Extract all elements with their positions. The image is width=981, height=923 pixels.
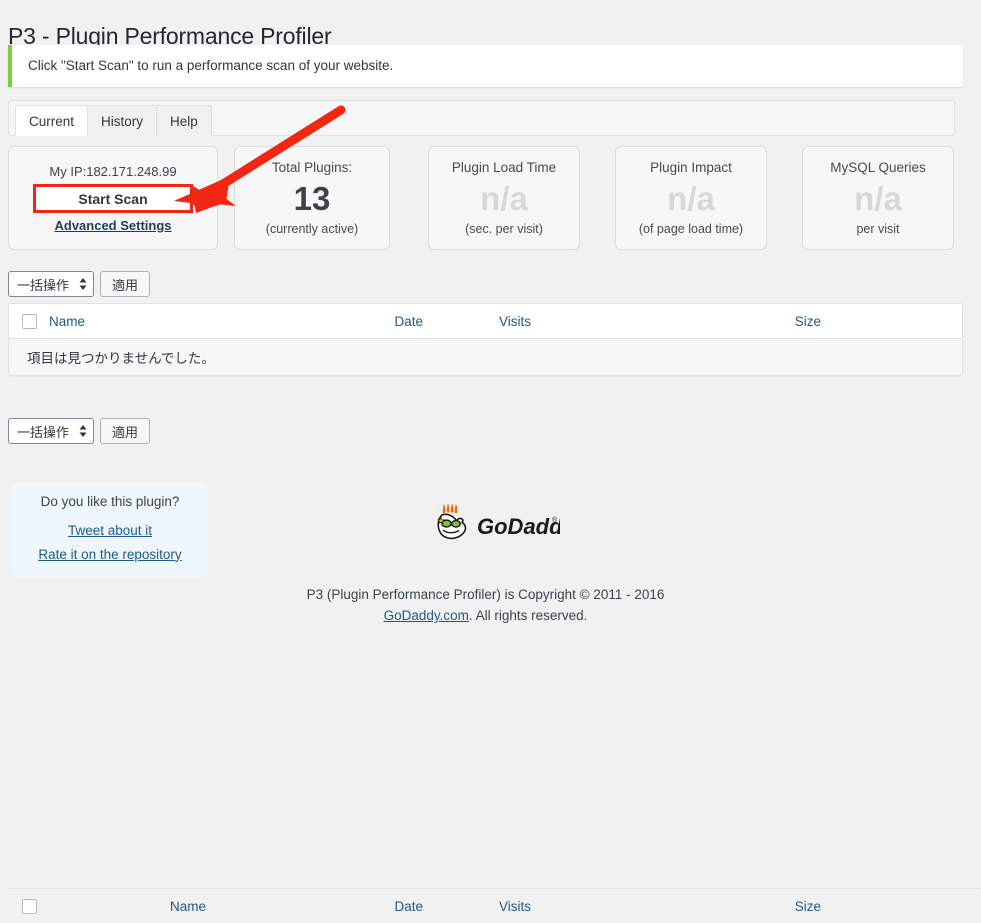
bulk-actions-top: 一括操作 適用	[8, 271, 150, 297]
advanced-settings-link[interactable]: Advanced Settings	[54, 218, 171, 233]
column-header-visits-bottom[interactable]: Visits	[423, 896, 531, 917]
footer: P3 (Plugin Performance Profiler) is Copy…	[0, 584, 971, 626]
godaddy-wordmark: GoDaddy	[477, 514, 560, 539]
updown-arrows-glyph	[79, 424, 87, 438]
bulk-actions-select-bottom[interactable]: 一括操作	[8, 418, 94, 444]
select-all-cell-top	[9, 314, 49, 329]
column-header-visits-top[interactable]: Visits	[423, 314, 531, 329]
notice-text: Click "Start Scan" to run a performance …	[12, 56, 393, 76]
bulk-actions-bottom: 一括操作 適用	[8, 418, 150, 444]
tab-history[interactable]: History	[87, 105, 157, 136]
column-header-name-top[interactable]: Name	[49, 314, 327, 329]
tweet-about-it-link[interactable]: Tweet about it	[68, 519, 152, 543]
mysql-queries-label: MySQL Queries	[830, 159, 926, 177]
column-header-size-top[interactable]: Size	[531, 314, 821, 329]
select-all-cell-bottom	[9, 899, 49, 914]
history-list-table: Name Date Visits Size 項目は見つかりませんでした。 Nam…	[8, 303, 963, 376]
mysql-queries-value: n/a	[854, 178, 902, 220]
plugin-load-time-card: Plugin Load Time n/a (sec. per visit)	[428, 146, 580, 250]
total-plugins-value: 13	[294, 178, 331, 220]
plugin-load-time-value: n/a	[480, 178, 528, 220]
notice-banner: Click "Start Scan" to run a performance …	[8, 45, 963, 87]
table-footer-row: Name Date Visits Size	[9, 888, 980, 923]
godaddy-logo-svg: GoDaddy ®	[432, 502, 560, 546]
apply-button-bottom[interactable]: 適用	[100, 418, 150, 444]
footer-copyright-line: P3 (Plugin Performance Profiler) is Copy…	[0, 584, 971, 605]
plugin-impact-value: n/a	[667, 178, 715, 220]
bulk-actions-select-value-top: 一括操作	[17, 275, 69, 294]
column-header-name-bottom[interactable]: Name	[49, 896, 327, 917]
plugin-load-time-label: Plugin Load Time	[452, 159, 556, 177]
flame-hair-icon	[443, 504, 458, 514]
tab-bar: Current History Help	[8, 100, 955, 136]
footer-link-line: GoDaddy.com. All rights reserved.	[0, 605, 971, 626]
apply-button-top[interactable]: 適用	[100, 271, 150, 297]
total-plugins-card: Total Plugins: 13 (currently active)	[234, 146, 390, 250]
total-plugins-sub: (currently active)	[266, 221, 358, 237]
plugin-impact-card: Plugin Impact n/a (of page load time)	[615, 146, 767, 250]
column-header-date-bottom[interactable]: Date	[327, 896, 423, 917]
select-all-checkbox-bottom[interactable]	[22, 899, 37, 914]
table-empty-row: 項目は見つかりませんでした。	[9, 339, 962, 375]
footer-rights-text: . All rights reserved.	[469, 608, 588, 623]
tab-help[interactable]: Help	[156, 105, 212, 136]
plugin-impact-label: Plugin Impact	[650, 159, 732, 177]
plugin-load-time-sub: (sec. per visit)	[465, 221, 543, 237]
my-ip-label: My IP:182.171.248.99	[49, 163, 176, 181]
like-plugin-box: Do you like this plugin? Tweet about it …	[12, 483, 208, 577]
scan-card: My IP:182.171.248.99 Start Scan Advanced…	[8, 146, 218, 250]
chevron-updown-icon	[79, 277, 87, 291]
godaddy-head-shape	[438, 514, 465, 538]
godaddy-logo: GoDaddy ®	[432, 502, 560, 546]
start-scan-button[interactable]: Start Scan	[33, 184, 193, 213]
table-header-row: Name Date Visits Size	[9, 304, 962, 339]
admin-page: P3 - Plugin Performance Profiler Click "…	[0, 0, 981, 634]
total-plugins-label: Total Plugins:	[272, 159, 352, 177]
like-plugin-title: Do you like this plugin?	[41, 494, 180, 509]
select-all-checkbox-top[interactable]	[22, 314, 37, 329]
rate-repository-link[interactable]: Rate it on the repository	[38, 543, 181, 567]
bulk-actions-select-top[interactable]: 一括操作	[8, 271, 94, 297]
updown-arrows-glyph	[79, 277, 87, 291]
mysql-queries-sub: per visit	[856, 221, 899, 237]
plugin-impact-sub: (of page load time)	[639, 221, 743, 237]
column-header-date-top[interactable]: Date	[327, 314, 423, 329]
table-empty-message: 項目は見つかりませんでした。	[27, 347, 215, 367]
stats-card-row: My IP:182.171.248.99 Start Scan Advanced…	[8, 146, 963, 252]
registered-trademark-icon: ®	[552, 516, 558, 524]
bulk-actions-select-value-bottom: 一括操作	[17, 422, 69, 441]
chevron-updown-icon	[79, 424, 87, 438]
tab-current[interactable]: Current	[15, 105, 88, 136]
godaddy-com-link[interactable]: GoDaddy.com	[384, 608, 469, 623]
column-header-size-bottom[interactable]: Size	[531, 896, 821, 917]
mysql-queries-card: MySQL Queries n/a per visit	[802, 146, 954, 250]
